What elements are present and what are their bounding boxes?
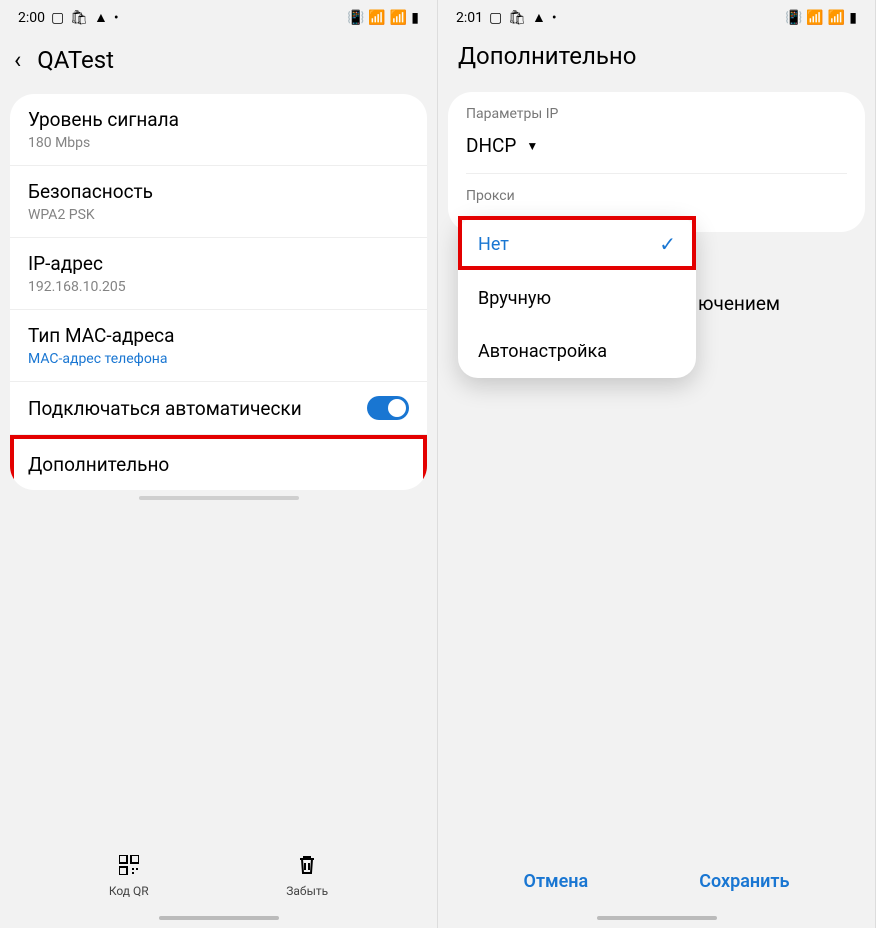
- ip-params-dropdown[interactable]: DHCP ▼: [466, 126, 847, 174]
- row-title: Безопасность: [28, 180, 409, 203]
- warning-icon: ▲: [532, 11, 546, 25]
- save-button[interactable]: Сохранить: [699, 871, 789, 892]
- chevron-down-icon: ▼: [526, 139, 538, 153]
- header: Дополнительно: [438, 36, 875, 92]
- row-sub-link[interactable]: MAC-адрес телефона: [28, 351, 409, 367]
- back-icon[interactable]: ‹: [14, 48, 21, 72]
- cancel-button[interactable]: Отмена: [524, 871, 589, 892]
- phone-screen-advanced: 2:01 ▢ 🛍 ▲ • 📳 📶 📶 ▮ Дополнительно Парам…: [438, 0, 876, 928]
- page-title: QATest: [37, 46, 114, 74]
- row-mac-type[interactable]: Тип MAC-адреса MAC-адрес телефона: [10, 310, 427, 382]
- option-label: Автонастройка: [478, 341, 607, 362]
- ip-params-label: Параметры IP: [466, 106, 847, 126]
- proxy-option-none[interactable]: Нет ✓: [458, 216, 696, 272]
- row-sub: WPA2 PSK: [28, 207, 409, 223]
- bag-icon: 🛍: [70, 11, 88, 25]
- bottom-actions: Код QR Забыть: [0, 855, 437, 898]
- phone-screen-network-details: 2:00 ▢ 🛍 ▲ • 📳 📶 📶 ▮ ‹ QATest Уровень си…: [0, 0, 438, 928]
- trash-icon: [298, 855, 316, 880]
- page-title: Дополнительно: [458, 42, 636, 70]
- row-title: IP-адрес: [28, 252, 409, 275]
- signal-icon: 📶: [390, 11, 407, 25]
- ip-params-value: DHCP: [466, 134, 516, 157]
- row-sub: 180 Mbps: [28, 135, 409, 151]
- warning-icon: ▲: [94, 11, 108, 25]
- row-auto-connect[interactable]: Подключаться автоматически: [10, 382, 427, 435]
- image-icon: ▢: [489, 11, 502, 25]
- row-sub: 192.168.10.205: [28, 279, 409, 295]
- wifi-icon: 📶: [806, 11, 823, 25]
- row-ip-address[interactable]: IP-адрес 192.168.10.205: [10, 238, 427, 310]
- qr-label: Код QR: [109, 884, 149, 898]
- home-indicator[interactable]: [597, 916, 717, 920]
- dot-icon: •: [114, 11, 119, 25]
- check-icon: ✓: [659, 232, 676, 256]
- home-indicator[interactable]: [159, 916, 279, 920]
- bag-icon: 🛍: [508, 11, 526, 25]
- battery-icon: ▮: [849, 11, 857, 25]
- row-signal-strength[interactable]: Уровень сигнала 180 Mbps: [10, 94, 427, 166]
- battery-icon: ▮: [411, 11, 419, 25]
- scroll-indicator: [139, 496, 299, 500]
- proxy-dropdown-menu: Нет ✓ Вручную Автонастройка: [458, 216, 696, 378]
- status-time: 2:01: [456, 10, 483, 26]
- image-icon: ▢: [51, 11, 64, 25]
- bottom-buttons: Отмена Сохранить: [438, 871, 875, 904]
- status-bar: 2:00 ▢ 🛍 ▲ • 📳 📶 📶 ▮: [0, 0, 437, 36]
- row-title: Тип MAC-адреса: [28, 324, 409, 347]
- proxy-option-manual[interactable]: Вручную: [458, 272, 696, 325]
- network-details-card: Уровень сигнала 180 Mbps Безопасность WP…: [10, 94, 427, 490]
- option-label: Нет: [478, 234, 509, 255]
- option-label: Вручную: [478, 288, 551, 309]
- header: ‹ QATest: [0, 36, 437, 94]
- dot-icon: •: [552, 11, 557, 25]
- auto-connect-toggle[interactable]: [367, 396, 409, 420]
- vibrate-icon: 📳: [347, 11, 364, 25]
- qr-icon: [119, 855, 139, 880]
- signal-icon: 📶: [828, 11, 845, 25]
- row-title: Подключаться автоматически: [28, 397, 302, 420]
- wifi-icon: 📶: [368, 11, 385, 25]
- forget-button[interactable]: Забыть: [286, 855, 328, 898]
- row-title: Уровень сигнала: [28, 108, 409, 131]
- status-time: 2:00: [18, 10, 45, 26]
- row-advanced[interactable]: Дополнительно: [10, 435, 427, 490]
- proxy-option-auto[interactable]: Автонастройка: [458, 325, 696, 378]
- metered-row-tail: ючением: [698, 292, 780, 315]
- status-bar: 2:01 ▢ 🛍 ▲ • 📳 📶 📶 ▮: [438, 0, 875, 36]
- advanced-card: Параметры IP DHCP ▼ Прокси: [448, 92, 865, 232]
- proxy-label: Прокси: [466, 188, 847, 208]
- row-title: Дополнительно: [28, 453, 409, 476]
- forget-label: Забыть: [286, 884, 328, 898]
- vibrate-icon: 📳: [785, 11, 802, 25]
- qr-code-button[interactable]: Код QR: [109, 855, 149, 898]
- row-security[interactable]: Безопасность WPA2 PSK: [10, 166, 427, 238]
